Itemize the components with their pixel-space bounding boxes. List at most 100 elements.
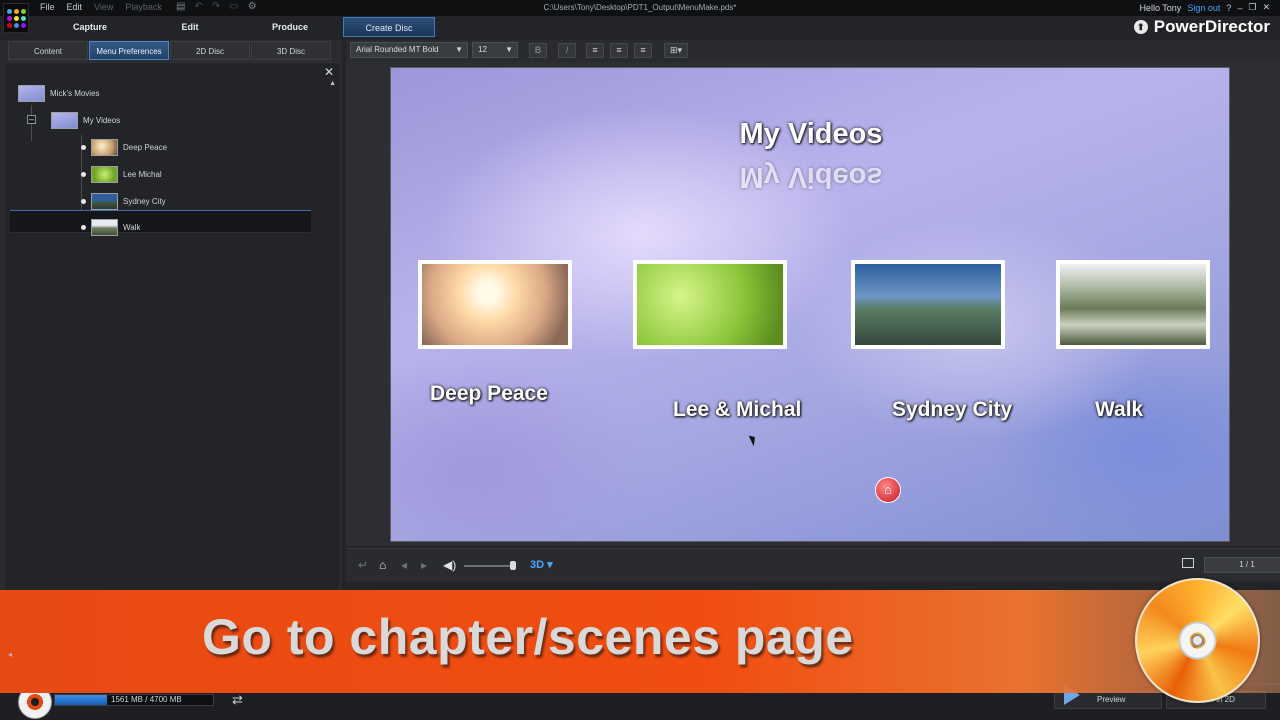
tree-node-label: Mick's Movies (50, 88, 100, 98)
selected-row-highlight (10, 210, 311, 233)
tab-3d-disc[interactable]: 3D Disc (251, 41, 331, 60)
tab-capture[interactable]: Capture (40, 17, 140, 37)
close-window-icon[interactable]: ✕ (1262, 2, 1270, 13)
tab-menu-preferences[interactable]: Menu Preferences (89, 41, 169, 60)
swap-icon[interactable]: ⇄ (232, 692, 243, 708)
sub-tabs: Content Menu Preferences 2D Disc 3D Disc (8, 41, 331, 60)
app-logo-icon (3, 3, 29, 33)
thumbnail (91, 218, 118, 236)
font-select-value: Arial Rounded MT Bold (356, 45, 439, 54)
tab-edit[interactable]: Edit (140, 17, 240, 37)
left-panel: Content Menu Preferences 2D Disc 3D Disc… (0, 40, 342, 590)
chapter-label-2[interactable]: Lee & Michal (673, 398, 801, 422)
collapse-icon[interactable]: – (27, 115, 36, 124)
home-button-icon[interactable]: ⌂ (875, 477, 901, 503)
tab-content[interactable]: Content (8, 41, 88, 60)
home-icon[interactable]: ⌂ (379, 558, 386, 572)
chevron-down-icon: ▼ (505, 45, 513, 54)
next-icon[interactable]: ▸ (421, 558, 427, 572)
chapter-thumbnail-4[interactable] (1056, 260, 1210, 349)
tree-node-label: Lee Michal (123, 169, 162, 179)
3d-mode-label: 3D (530, 559, 545, 571)
chapter-thumbnail-1[interactable] (418, 260, 572, 349)
radio-icon (81, 224, 86, 230)
thumbnail (91, 138, 118, 156)
file-path: C:\Users\Tony\Desktop\PDT1_Output\MenuMa… (543, 3, 737, 12)
tree-node-root[interactable]: Mick's Movies (18, 84, 100, 102)
page-indicator: 1 / 1 (1204, 557, 1280, 573)
font-select[interactable]: Arial Rounded MT Bold ▼ (350, 42, 468, 58)
menu-preview-area: My Videos My Videos Deep Peace Lee & Mic… (346, 62, 1280, 546)
thumbnail (18, 84, 45, 102)
volume-slider[interactable] (464, 565, 514, 567)
upgrade-icon[interactable]: ⬆ (1133, 20, 1148, 34)
preview-playback-bar: ↵ ⌂ ◂ ▸ ◀) 3D ▾ 1 / 1 (346, 548, 1280, 582)
volume-icon[interactable]: ◀) (443, 558, 456, 572)
chapter-image (1060, 264, 1206, 345)
disc-menu-preview[interactable]: My Videos My Videos Deep Peace Lee & Mic… (390, 67, 1230, 542)
sign-out-link[interactable]: Sign out (1187, 3, 1220, 13)
tree-node-folder[interactable]: My Videos (51, 111, 120, 129)
chapter-image (422, 264, 568, 345)
disc-capacity-text: 1561 MB / 4700 MB (111, 695, 182, 704)
help-button[interactable]: ? (1226, 3, 1231, 13)
tab-create-disc[interactable]: Create Disc (343, 17, 435, 37)
thumbnail (91, 165, 118, 183)
fullscreen-icon[interactable] (1182, 558, 1194, 568)
bold-button[interactable]: B (529, 43, 547, 58)
tree-node-chapter-selected[interactable]: Sydney City (81, 192, 166, 210)
chevron-down-icon: ▼ (455, 45, 463, 54)
tab-2d-disc[interactable]: 2D Disc (170, 41, 250, 60)
font-size-select[interactable]: 12 ▼ (472, 42, 518, 58)
menu-title-reflection: My Videos (739, 161, 883, 193)
scroll-up-icon[interactable]: ▲ (329, 80, 336, 87)
italic-button[interactable]: I (558, 43, 576, 58)
menu-structure-tree: ✕ ▲ Mick's Movies – My Videos Deep Peace (5, 62, 339, 590)
thumbnail (91, 192, 118, 210)
title-bar: File Edit View Playback ▤ ↶ ↷ ▭ ⚙ C:\Use… (0, 0, 1280, 16)
chapter-image (855, 264, 1001, 345)
caption-text: Go to chapter/scenes page (202, 609, 854, 665)
chapter-thumbnail-2[interactable] (633, 260, 787, 349)
align-right-icon[interactable]: ≡ (634, 43, 652, 58)
chapter-label-4[interactable]: Walk (1095, 398, 1143, 422)
radio-icon (81, 144, 86, 150)
previous-icon[interactable]: ◂ (401, 558, 407, 572)
close-icon[interactable]: ✕ (324, 65, 334, 79)
minimize-icon[interactable]: – (1237, 3, 1242, 13)
collapse-left-icon[interactable]: ◂ (8, 650, 12, 659)
tree-node-chapter[interactable]: Deep Peace (81, 138, 167, 156)
tree-node-label: Sydney City (123, 196, 166, 206)
menu-title[interactable]: My Videos (391, 118, 1229, 151)
tree-node-chapter[interactable]: Lee Michal (81, 165, 162, 183)
powerdirector-window: File Edit View Playback ▤ ↶ ↷ ▭ ⚙ C:\Use… (0, 0, 1280, 720)
restore-icon[interactable]: ❐ (1248, 2, 1256, 13)
tab-produce[interactable]: Produce (240, 17, 340, 37)
radio-icon (81, 198, 86, 204)
volume-slider-knob[interactable] (510, 561, 516, 570)
layout-grid-icon[interactable]: ⊞▾ (664, 43, 688, 58)
tree-node-label: My Videos (83, 115, 121, 125)
brand-name: PowerDirector (1153, 17, 1270, 36)
text-format-toolbar: Arial Rounded MT Bold ▼ 12 ▼ B I ≡ ≡ ≡ ⊞… (346, 40, 1280, 62)
preview-button-label: Preview (1097, 695, 1126, 704)
chapter-label-1[interactable]: Deep Peace (430, 382, 548, 406)
caption-banner: ◂ Go to chapter/scenes page › (0, 578, 1280, 703)
3d-mode-button[interactable]: 3D ▾ (530, 558, 553, 571)
align-left-icon[interactable]: ≡ (586, 43, 604, 58)
user-box: Hello Tony Sign out ? – ❐ ✕ (1139, 2, 1270, 13)
tree-node-chapter[interactable]: Walk (81, 218, 140, 236)
back-icon[interactable]: ↵ (358, 558, 368, 572)
brand: ⬆ PowerDirector (1133, 17, 1270, 37)
dvd-disc-icon (1135, 578, 1260, 703)
thumbnail (51, 111, 78, 129)
font-size-value: 12 (478, 45, 487, 54)
align-center-icon[interactable]: ≡ (610, 43, 628, 58)
chapter-label-3[interactable]: Sydney City (892, 398, 1012, 422)
tree-node-label: Deep Peace (123, 142, 168, 152)
main-tabs: Capture Edit Produce Create Disc (40, 17, 435, 37)
disc-hole (1191, 634, 1204, 647)
tree-node-label: Walk (123, 222, 141, 232)
chapter-thumbnail-3[interactable] (851, 260, 1005, 349)
radio-icon (81, 171, 86, 177)
